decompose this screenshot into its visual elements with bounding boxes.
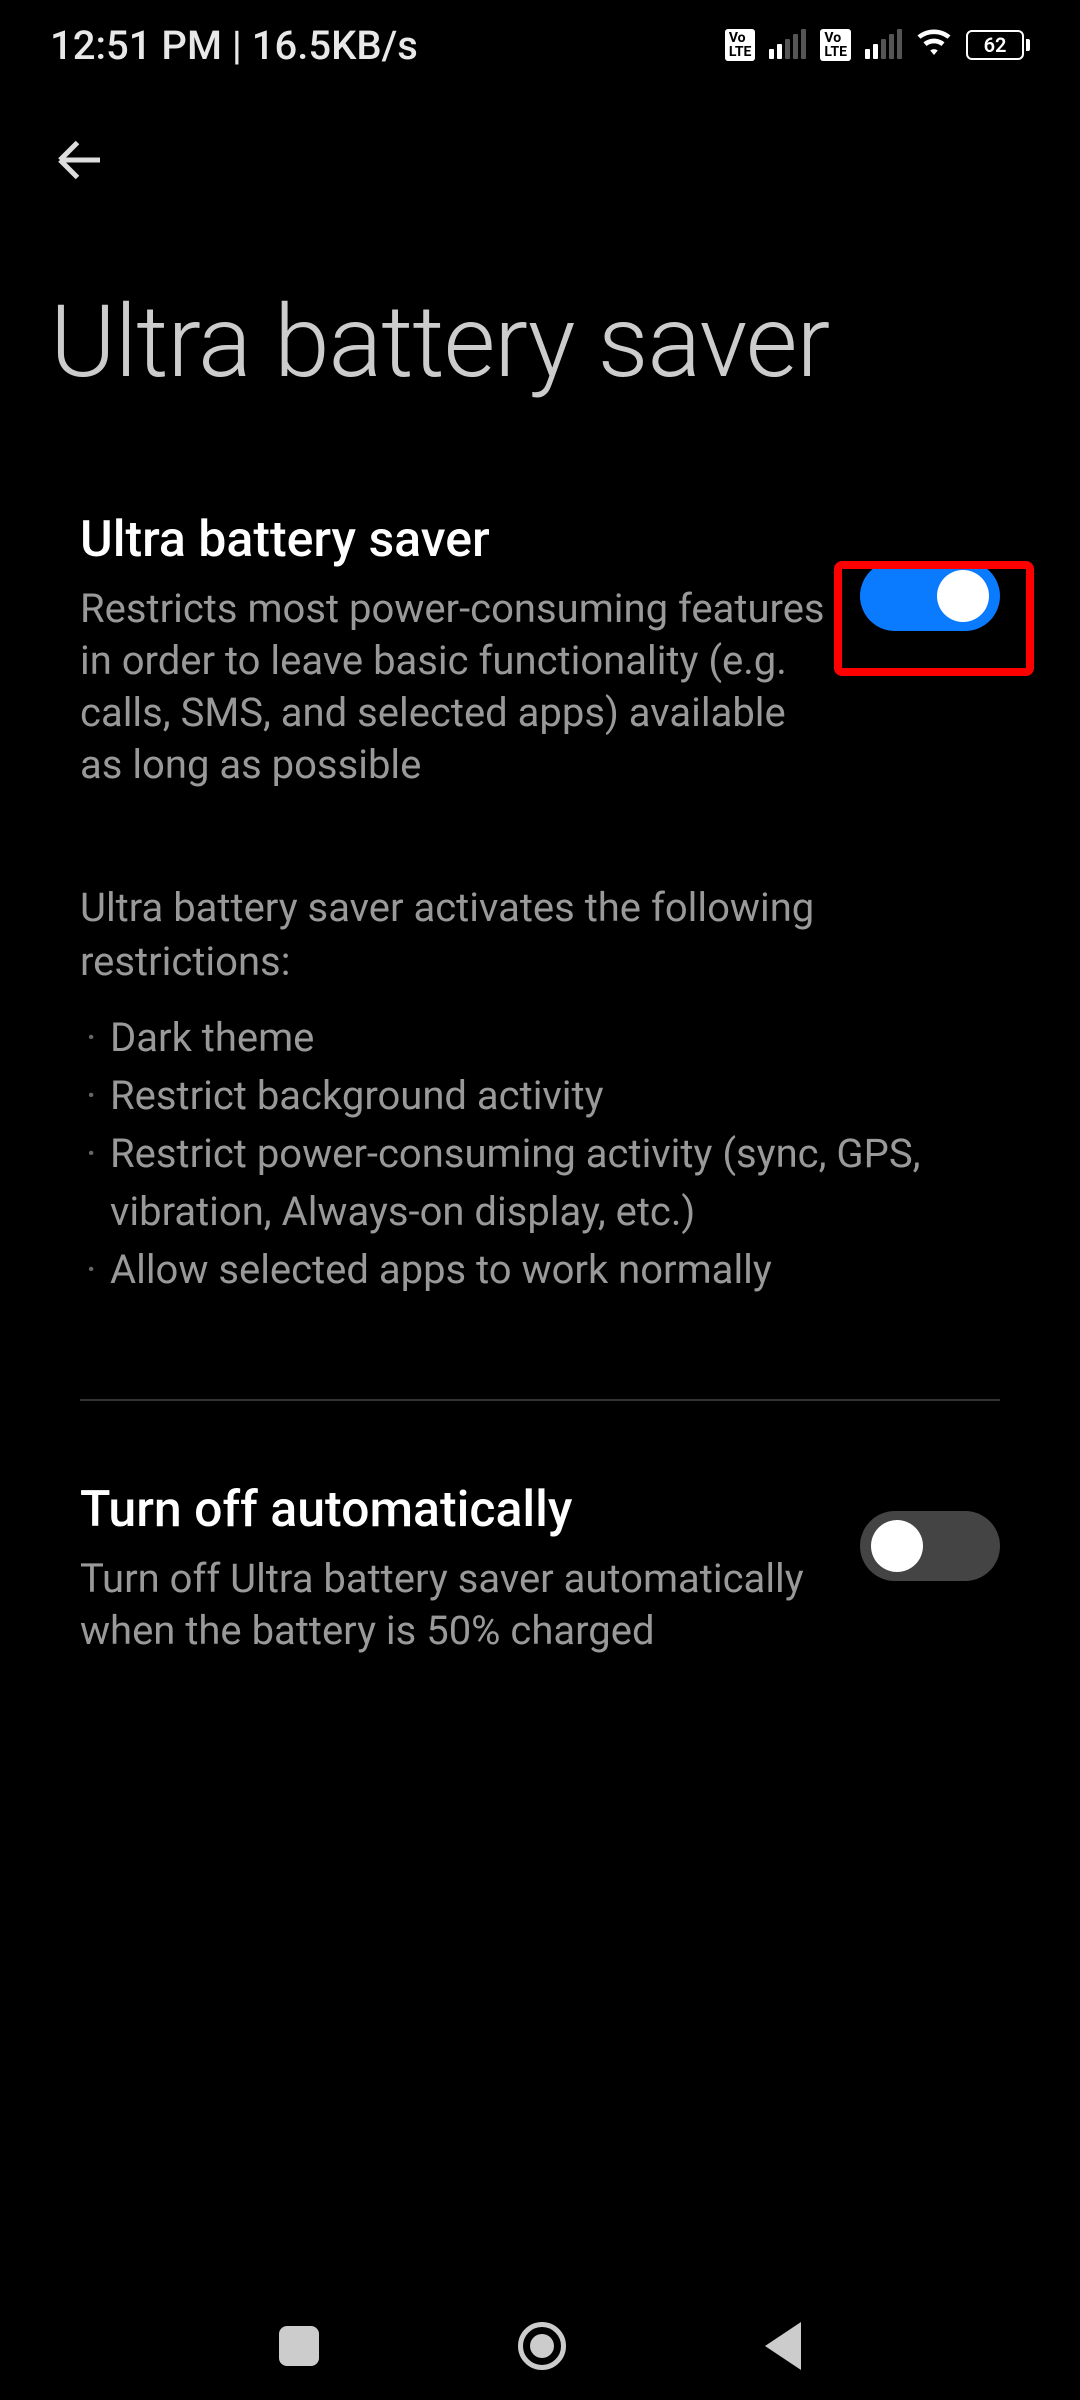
restriction-item: Dark theme — [80, 1009, 1000, 1067]
status-speed: 16.5KB/s — [252, 22, 418, 69]
status-bar: 12:51 PM | 16.5KB/s VoLTE VoLTE 62 — [0, 0, 1080, 90]
battery-icon: 62 — [966, 30, 1030, 60]
battery-level: 62 — [966, 30, 1024, 60]
auto-off-row: Turn off automatically Turn off Ultra ba… — [80, 1441, 1000, 1697]
restriction-item: Restrict background activity — [80, 1067, 1000, 1125]
ultra-battery-saver-desc: Restricts most power-consuming features … — [80, 583, 834, 791]
auto-off-title: Turn off automatically — [80, 1481, 834, 1539]
status-time: 12:51 PM — [50, 22, 222, 69]
volte-icon: VoLTE — [725, 29, 756, 61]
restrictions-intro: Ultra battery saver activates the follow… — [80, 881, 1000, 989]
ultra-battery-saver-title: Ultra battery saver — [80, 511, 834, 569]
auto-off-toggle[interactable] — [860, 1511, 1000, 1581]
divider — [80, 1399, 1000, 1401]
nav-back-button[interactable] — [765, 2322, 801, 2370]
page-title: Ultra battery saver — [0, 194, 1080, 471]
signal-icon-1 — [769, 31, 806, 59]
volte-icon-2: VoLTE — [820, 29, 851, 61]
ultra-battery-saver-toggle[interactable] — [860, 561, 1000, 631]
back-button[interactable] — [50, 130, 110, 194]
home-button[interactable] — [518, 2322, 566, 2370]
wifi-icon — [916, 25, 952, 65]
recent-apps-button[interactable] — [279, 2326, 319, 2366]
status-time-speed: 12:51 PM | 16.5KB/s — [50, 22, 418, 69]
auto-off-desc: Turn off Ultra battery saver automatical… — [80, 1553, 834, 1657]
ultra-battery-saver-row: Ultra battery saver Restricts most power… — [80, 471, 1000, 831]
restriction-item: Allow selected apps to work normally — [80, 1241, 1000, 1299]
restrictions-list: Dark theme Restrict background activity … — [80, 1009, 1000, 1299]
restriction-item: Restrict power-consuming activity (sync,… — [80, 1125, 1000, 1241]
restrictions-block: Ultra battery saver activates the follow… — [80, 831, 1000, 1359]
signal-icon-2 — [865, 31, 902, 59]
navigation-bar — [0, 2322, 1080, 2370]
status-icons: VoLTE VoLTE 62 — [725, 25, 1030, 65]
